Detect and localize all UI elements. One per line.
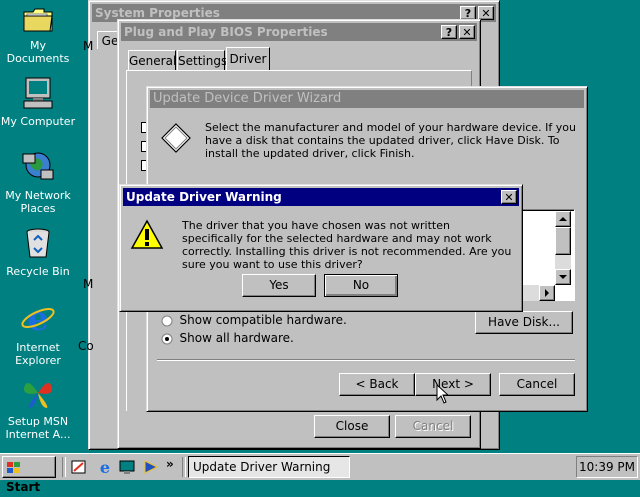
radio-all-hardware[interactable]: Show all hardware. (161, 331, 294, 345)
system-tray: 10:39 PM (576, 456, 638, 478)
arrow-up-icon (559, 217, 567, 221)
wizard-titlebar[interactable]: Update Device Driver Wizard (150, 90, 584, 108)
scroll-down-button[interactable] (555, 269, 571, 285)
desktop-icon-my-network-places[interactable]: My Network Places (0, 150, 76, 215)
radio-selected-icon (161, 333, 173, 345)
window-title: Plug and Play BIOS Properties (124, 25, 328, 39)
desktop-icon-setup-msn[interactable]: Setup MSN Internet A... (0, 376, 76, 441)
tab-label: Driver (229, 52, 267, 66)
close-button[interactable]: ✕ (501, 190, 517, 204)
close-dialog-button[interactable]: Close (314, 415, 390, 438)
desktop-icon-label: Setup MSN Internet A... (5, 415, 71, 441)
desktop-icon-internet-explorer[interactable]: e Internet Explorer (0, 299, 76, 367)
tab-label: General (129, 54, 177, 68)
radio-compatible-hardware[interactable]: Show compatible hardware. (161, 313, 347, 327)
close-button[interactable]: ✕ (459, 25, 475, 39)
desktop-icon-label: Recycle Bin (6, 265, 70, 278)
desktop-icon-label: My Computer (0, 115, 76, 128)
back-button[interactable]: < Back (339, 373, 415, 396)
msn-butterfly-icon (23, 383, 53, 408)
close-button[interactable]: ✕ (478, 6, 494, 20)
quick-launch-overflow[interactable]: » (166, 457, 174, 471)
desktop-icon-label: My Network Places (5, 189, 71, 215)
folder-icon (23, 8, 53, 32)
recycle-bin-icon (26, 228, 50, 258)
tab-driver[interactable]: Driver (226, 47, 270, 71)
svg-text:e: e (27, 300, 49, 336)
tab-label: Ge (101, 34, 119, 48)
scrollbar-vertical[interactable] (555, 211, 571, 285)
taskbar: Start e » Update Driver Warning 10:39 PM (0, 453, 640, 494)
taskbar-item-update-driver-warning[interactable]: Update Driver Warning (188, 456, 350, 478)
wizard-instructions: Select the manufacturer and model of you… (205, 121, 576, 160)
warning-message: The driver that you have chosen was not … (182, 219, 512, 271)
warning-titlebar[interactable]: Update Driver Warning ✕ (123, 188, 519, 206)
side-letter: M (83, 39, 94, 53)
task-label: Update Driver Warning (193, 460, 331, 474)
pnp-bios-titlebar[interactable]: Plug and Play BIOS Properties ? ✕ (121, 23, 477, 41)
arrow-down-icon (559, 275, 567, 279)
quick-launch-office-icon[interactable] (70, 459, 88, 475)
window-title: Update Driver Warning (126, 190, 282, 204)
help-button[interactable]: ? (460, 6, 476, 20)
desktop-icon-label: My Documents (6, 39, 70, 65)
scroll-up-button[interactable] (555, 211, 571, 227)
quick-launch-desktop-icon[interactable] (118, 459, 136, 475)
quick-launch-separator (182, 457, 186, 477)
radio-unselected-icon (161, 315, 173, 327)
ie-icon: e (21, 299, 55, 339)
yes-button[interactable]: Yes (242, 274, 316, 297)
radio-label: Show compatible hardware. (179, 313, 347, 327)
tab-label: Settings (178, 54, 228, 68)
network-icon (22, 152, 54, 180)
scroll-right-button[interactable] (539, 285, 555, 301)
tab-general[interactable]: General (128, 50, 176, 70)
mouse-cursor-icon (436, 384, 448, 404)
desktop-icon-label: Internet Explorer (15, 341, 61, 367)
help-button[interactable]: ? (441, 25, 457, 39)
quick-launch-ie-icon[interactable]: e (96, 459, 114, 475)
tab-settings[interactable]: Settings (177, 50, 228, 70)
cancel-button[interactable]: Cancel (499, 373, 575, 396)
radio-label: Show all hardware. (179, 331, 294, 345)
wizard-divider (157, 359, 575, 361)
computer-icon (23, 77, 53, 109)
clock[interactable]: 10:39 PM (579, 460, 635, 474)
start-label: Start (6, 480, 41, 494)
arrow-right-icon (545, 289, 549, 297)
no-button[interactable]: No (324, 274, 398, 297)
hardware-diamond-icon (161, 123, 191, 153)
desktop-icon-my-computer[interactable]: My Computer (0, 76, 76, 128)
start-button[interactable]: Start (2, 456, 56, 494)
side-letter: Co (78, 339, 94, 353)
next-button[interactable]: Next > (415, 373, 491, 396)
svg-text:e: e (100, 459, 110, 475)
window-title: Update Device Driver Wizard (153, 91, 342, 106)
desktop-icon-recycle-bin[interactable]: Recycle Bin (0, 226, 76, 278)
have-disk-button[interactable]: Have Disk... (475, 311, 573, 334)
update-driver-warning-dialog: Update Driver Warning ✕ The driver that … (119, 184, 523, 312)
windows-logo-icon (7, 461, 20, 473)
quick-launch-media-icon[interactable] (142, 459, 160, 475)
quick-launch-separator (62, 457, 66, 477)
side-letter: M (83, 277, 94, 291)
warning-icon (130, 219, 164, 249)
scroll-thumb[interactable] (555, 227, 571, 255)
window-title: System Properties (95, 6, 220, 20)
cancel-button[interactable]: Cancel (395, 415, 471, 438)
desktop-icon-my-documents[interactable]: My Documents (0, 4, 76, 65)
